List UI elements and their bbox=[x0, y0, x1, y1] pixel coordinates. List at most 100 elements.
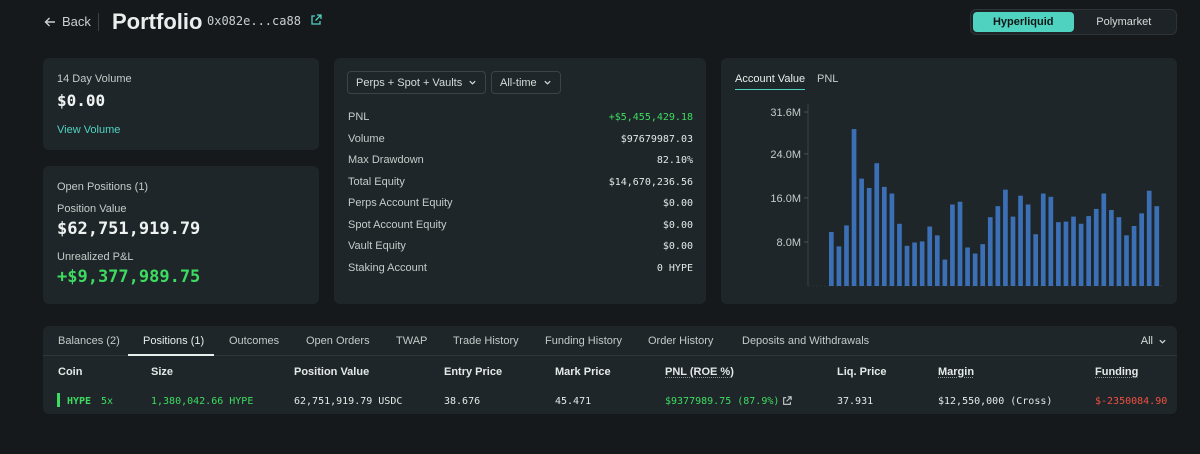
tab-order-history[interactable]: Order History bbox=[648, 335, 713, 347]
stat-row-total-equity: Total Equity $14,670,236.56 bbox=[348, 174, 693, 190]
tab-balances[interactable]: Balances (2) bbox=[58, 335, 120, 347]
page-title: Portfolio bbox=[112, 9, 203, 34]
chart-bar[interactable] bbox=[934, 235, 940, 286]
chart-bar[interactable] bbox=[866, 187, 872, 286]
chart-bar[interactable] bbox=[859, 178, 864, 286]
tab-trade-history[interactable]: Trade History bbox=[453, 335, 519, 347]
toggle-polymarket[interactable]: Polymarket bbox=[1074, 12, 1175, 32]
back-label: Back bbox=[62, 14, 91, 29]
col-liq-price: Liq. Price bbox=[837, 366, 887, 378]
stat-value: 82.10% bbox=[656, 154, 693, 166]
chart-bar[interactable] bbox=[1093, 208, 1099, 286]
chart-bar[interactable] bbox=[1040, 193, 1046, 286]
chart-bar[interactable] bbox=[889, 193, 895, 286]
col-margin[interactable]: Margin bbox=[938, 366, 974, 378]
chart-bar[interactable] bbox=[1109, 210, 1114, 286]
chart-bar[interactable] bbox=[912, 242, 917, 287]
position-value-cell: 62,751,919.79 USDC bbox=[294, 396, 403, 407]
stat-key: PNL bbox=[348, 111, 370, 123]
chart-bar[interactable] bbox=[1131, 225, 1137, 286]
chart-bar[interactable] bbox=[1086, 216, 1092, 286]
chart-bar[interactable] bbox=[1139, 213, 1144, 286]
position-value-label: Position Value bbox=[57, 203, 127, 215]
chart-bar[interactable] bbox=[1124, 235, 1129, 286]
chart-bar[interactable] bbox=[1063, 221, 1069, 286]
chart-bar[interactable] bbox=[1078, 223, 1084, 286]
col-position-value: Position Value bbox=[294, 366, 370, 378]
chart-bar[interactable] bbox=[1101, 193, 1107, 286]
chart-bar[interactable] bbox=[972, 253, 978, 286]
share-icon[interactable] bbox=[782, 396, 792, 406]
chart-bar[interactable] bbox=[942, 259, 948, 286]
entry-price-cell: 38.676 bbox=[444, 396, 481, 407]
chart-bar[interactable] bbox=[1116, 217, 1122, 286]
volume-label: 14 Day Volume bbox=[57, 73, 132, 85]
chart-bar[interactable] bbox=[1056, 222, 1061, 286]
col-funding[interactable]: Funding bbox=[1095, 366, 1138, 378]
chart-bar[interactable] bbox=[897, 223, 902, 286]
chart-bar[interactable] bbox=[881, 186, 887, 286]
leverage: 5x bbox=[101, 396, 114, 407]
chart-bar[interactable] bbox=[1010, 216, 1016, 286]
stat-row-perps-equity: Perps Account Equity $0.00 bbox=[348, 195, 693, 211]
chart-bar[interactable] bbox=[851, 129, 857, 286]
filter-dropdown[interactable]: All bbox=[1141, 335, 1167, 347]
chart-bar[interactable] bbox=[1071, 216, 1076, 286]
chart-bar[interactable] bbox=[980, 244, 986, 286]
stat-key: Max Drawdown bbox=[348, 154, 424, 166]
chart-bar[interactable] bbox=[1025, 204, 1031, 286]
chart-bar[interactable] bbox=[950, 204, 955, 286]
toggle-hyperliquid[interactable]: Hyperliquid bbox=[973, 12, 1074, 32]
stat-value: $0.00 bbox=[662, 219, 693, 231]
pnl-cell: $9377989.75 (87.9%) bbox=[665, 396, 780, 407]
chart-bar[interactable] bbox=[987, 217, 993, 286]
col-entry-price: Entry Price bbox=[444, 366, 503, 378]
funding-cell: $-2350084.90 bbox=[1095, 396, 1168, 407]
stat-key: Volume bbox=[348, 133, 385, 145]
size-value: 1,380,042.66 HYPE bbox=[151, 396, 254, 407]
chart-bar[interactable] bbox=[829, 232, 834, 286]
wallet-address: 0x082e...ca88 bbox=[207, 14, 301, 28]
account-value-chart: 31.6M 24.0M 16.0M 8.0M bbox=[770, 104, 1162, 287]
chart-panel: Account Value PNL 31.6M 24.0M 16.0M 8.0M bbox=[721, 58, 1177, 304]
stat-key: Total Equity bbox=[348, 176, 405, 188]
stat-key: Staking Account bbox=[348, 262, 427, 274]
coin-name[interactable]: HYPE bbox=[67, 396, 91, 407]
range-dropdown-label: All-time bbox=[500, 76, 537, 89]
tab-twap[interactable]: TWAP bbox=[396, 335, 427, 347]
chart-bar[interactable] bbox=[1033, 234, 1039, 286]
range-dropdown[interactable]: All-time bbox=[491, 71, 561, 94]
chart-bar[interactable] bbox=[904, 245, 910, 286]
stat-row-max-drawdown: Max Drawdown 82.10% bbox=[348, 152, 693, 168]
chart-bar[interactable] bbox=[1146, 190, 1152, 286]
chart-bar[interactable] bbox=[1003, 189, 1008, 286]
tab-open-orders[interactable]: Open Orders bbox=[306, 335, 370, 347]
positions-table-panel: Balances (2) Positions (1) Outcomes Open… bbox=[43, 326, 1177, 414]
tab-outcomes[interactable]: Outcomes bbox=[229, 335, 279, 347]
chart-bar[interactable] bbox=[919, 241, 925, 286]
external-link-icon[interactable] bbox=[310, 14, 322, 26]
chart-bar[interactable] bbox=[1018, 195, 1023, 286]
chart-bar[interactable] bbox=[957, 201, 963, 286]
chart-bar[interactable] bbox=[1048, 196, 1054, 286]
view-volume-link[interactable]: View Volume bbox=[57, 124, 120, 136]
chart-bar[interactable] bbox=[874, 163, 880, 286]
col-pnl[interactable]: PNL (ROE %) bbox=[665, 366, 734, 378]
chart-bar[interactable] bbox=[1154, 206, 1160, 286]
tab-funding-history[interactable]: Funding History bbox=[545, 335, 622, 347]
positions-panel: Open Positions (1) Position Value $62,75… bbox=[43, 166, 319, 304]
back-button[interactable]: Back bbox=[44, 14, 91, 29]
stat-row-staking: Staking Account 0 HYPE bbox=[348, 260, 693, 276]
chart-bar[interactable] bbox=[927, 226, 933, 286]
chart-bar[interactable] bbox=[844, 225, 849, 286]
stat-key: Vault Equity bbox=[348, 240, 406, 252]
chart-bar[interactable] bbox=[965, 247, 970, 286]
chart-bar[interactable] bbox=[995, 206, 1001, 286]
filter-dropdown-label: All bbox=[1140, 335, 1153, 347]
tab-positions[interactable]: Positions (1) bbox=[143, 335, 204, 347]
stat-row-spot-equity: Spot Account Equity $0.00 bbox=[348, 217, 693, 233]
chart-bar[interactable] bbox=[836, 246, 842, 286]
tab-deposits-withdrawals[interactable]: Deposits and Withdrawals bbox=[742, 335, 869, 347]
col-size: Size bbox=[151, 366, 174, 378]
scope-dropdown[interactable]: Perps + Spot + Vaults bbox=[347, 71, 487, 94]
